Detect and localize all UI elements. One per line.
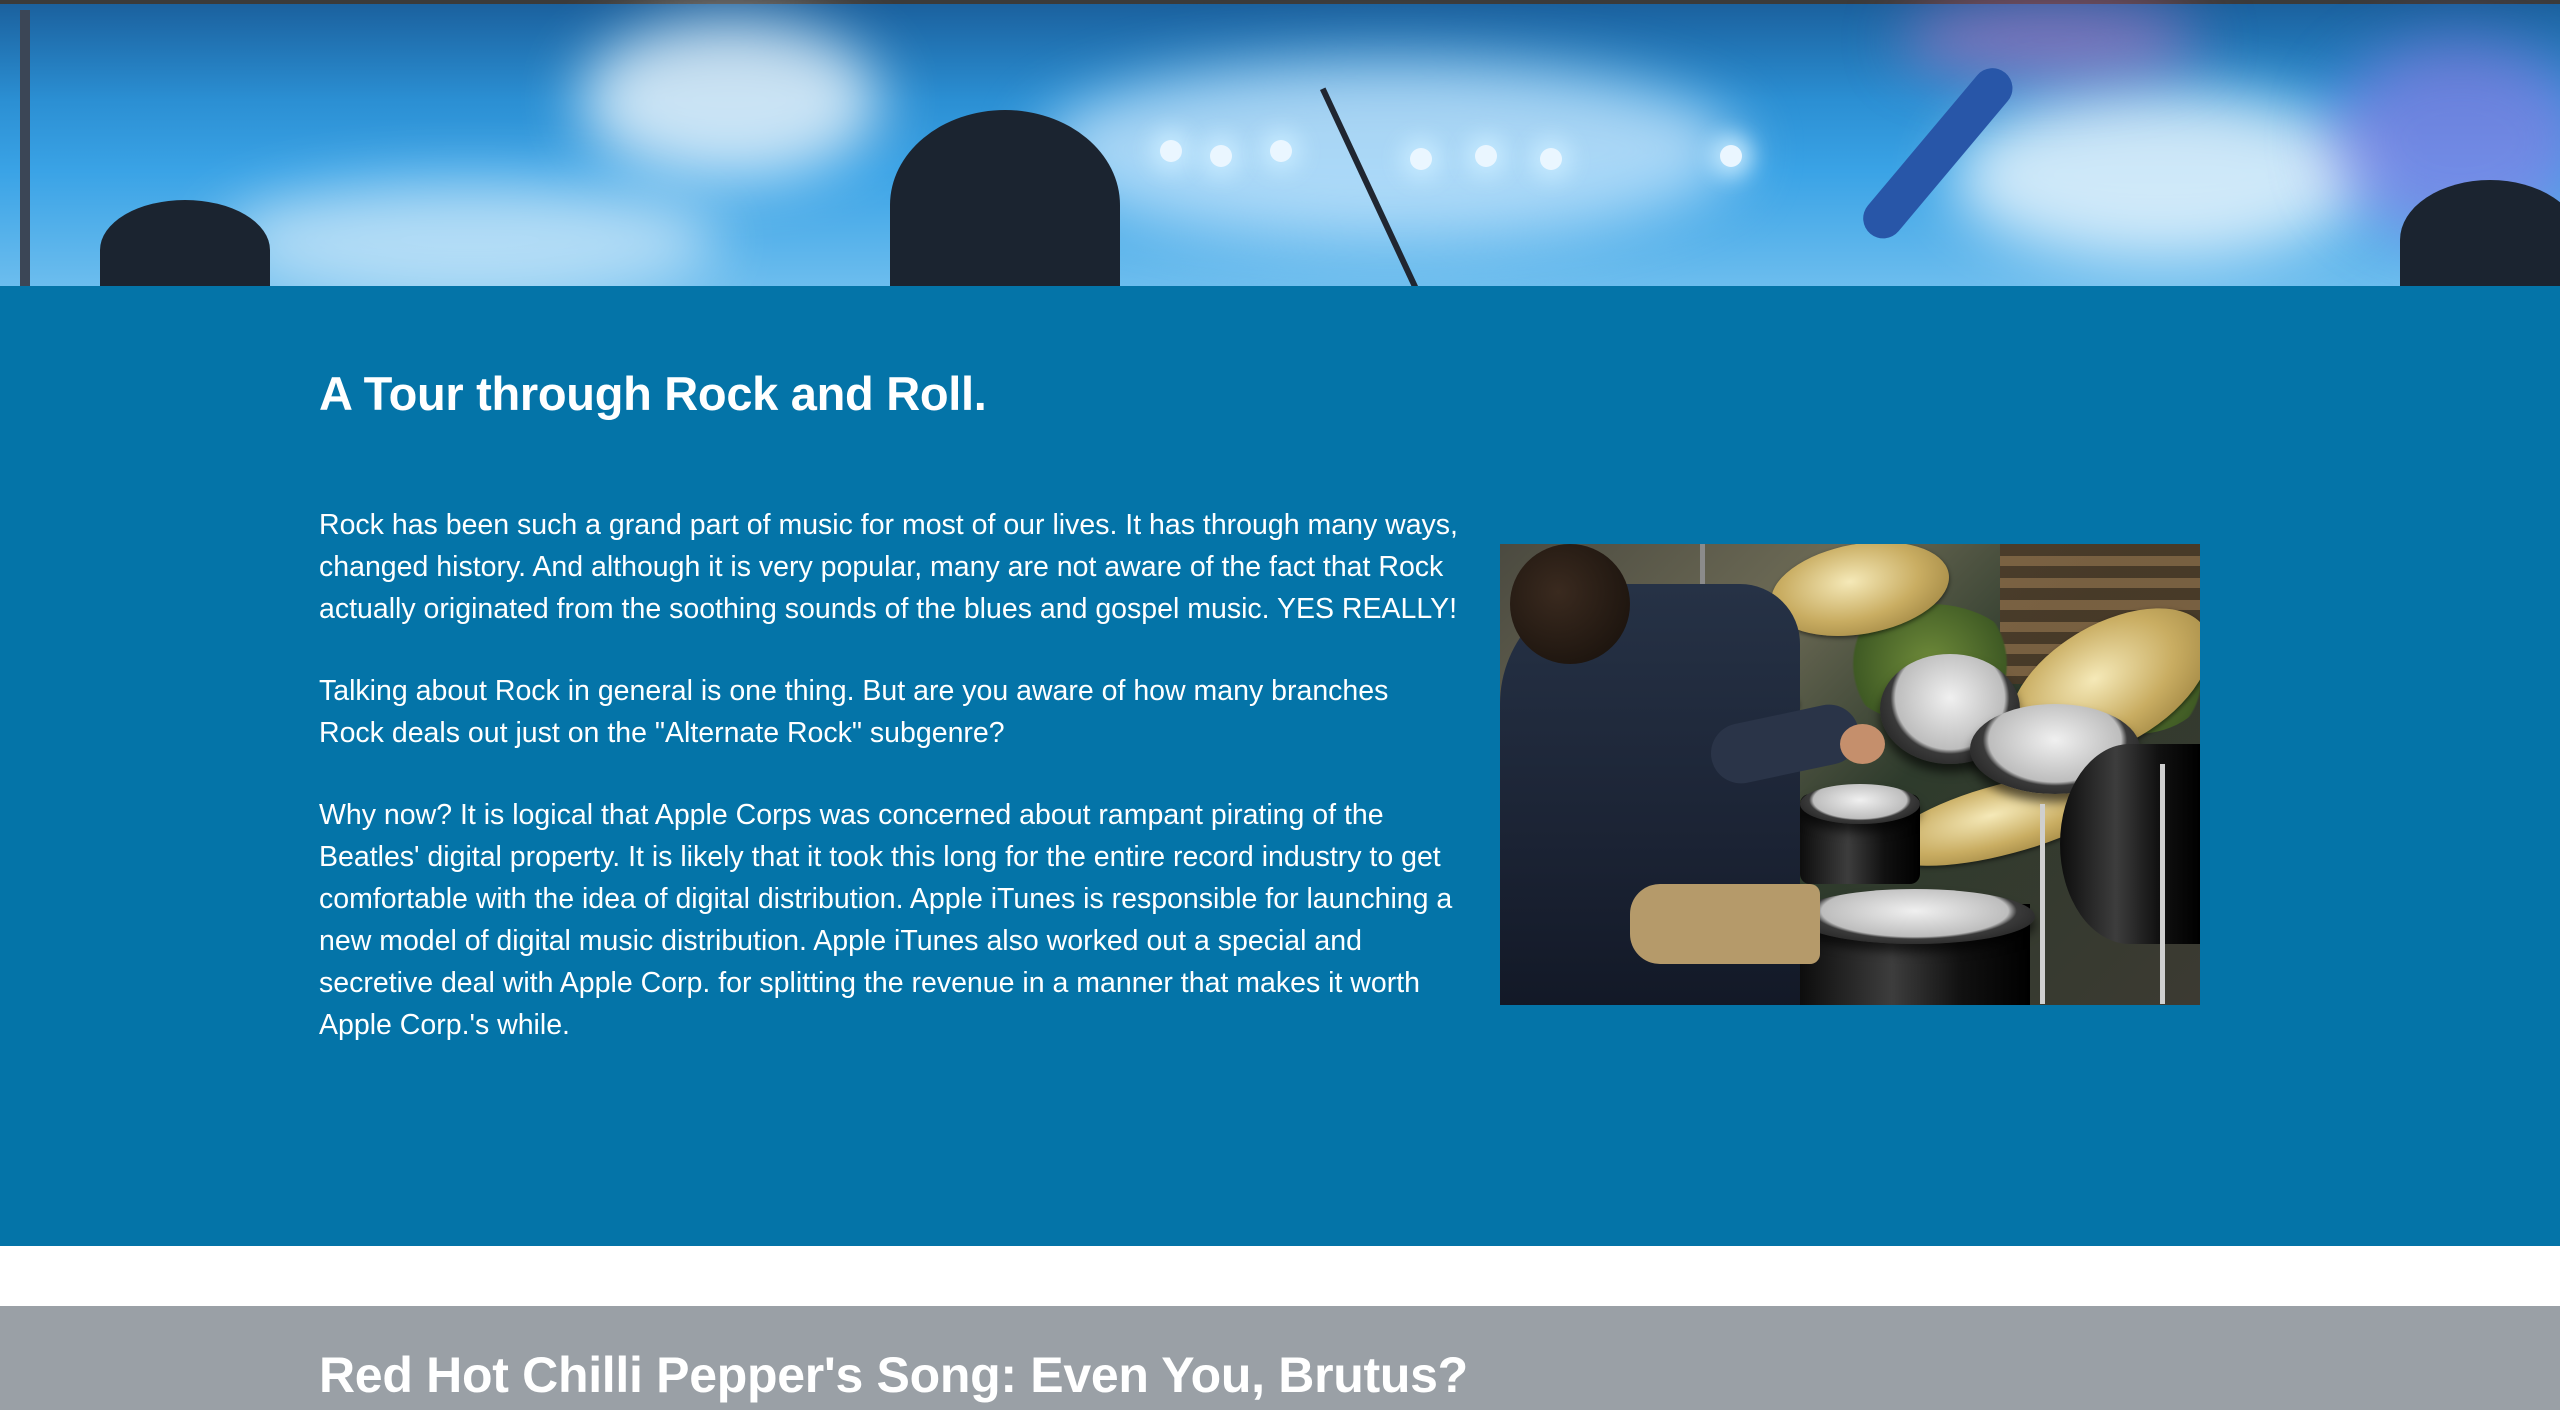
photo-stand bbox=[2160, 764, 2165, 1004]
song-section-title: Red Hot Chilli Pepper's Song: Even You, … bbox=[319, 1347, 1468, 1403]
spotlight bbox=[1720, 145, 1742, 167]
top-border bbox=[0, 0, 2560, 4]
spotlight bbox=[1210, 145, 1232, 167]
photo-drummer-hand bbox=[1840, 724, 1885, 764]
spotlight bbox=[1160, 140, 1182, 162]
stage-light-glow bbox=[580, 20, 880, 180]
rock-tour-section: A Tour through Rock and Roll. Rock has b… bbox=[0, 286, 2560, 1246]
drummer-photo bbox=[1500, 544, 2200, 1005]
stage-light-glow bbox=[1040, 60, 1740, 240]
section-title: A Tour through Rock and Roll. bbox=[319, 367, 987, 420]
photo-floor-tom-head bbox=[1795, 889, 2035, 944]
spotlight bbox=[1540, 148, 1562, 170]
spotlight bbox=[1410, 148, 1432, 170]
paragraph-apple: Why now? It is logical that Apple Corps … bbox=[319, 799, 1453, 1041]
photo-stand bbox=[2040, 804, 2045, 1004]
guitar-neck-silhouette bbox=[20, 10, 30, 286]
photo-drummer-pants bbox=[1630, 884, 1820, 964]
spotlight bbox=[1270, 140, 1292, 162]
spotlight bbox=[1475, 145, 1497, 167]
intro-text-column: Rock has been such a grand part of music… bbox=[319, 504, 1459, 1086]
stage-light-glow bbox=[1950, 90, 2370, 260]
stage-light-glow bbox=[1900, 0, 2200, 80]
crowd-silhouette bbox=[890, 110, 1120, 286]
paragraph-branches: Talking about Rock in general is one thi… bbox=[319, 675, 1389, 749]
song-section: Red Hot Chilli Pepper's Song: Even You, … bbox=[0, 1306, 2560, 1410]
photo-drummer-head bbox=[1510, 544, 1630, 664]
photo-snare-drum bbox=[1800, 784, 1920, 824]
stage-light-glow bbox=[220, 180, 720, 286]
photo-bass-drum bbox=[2060, 744, 2200, 944]
hero-banner-image bbox=[0, 0, 2560, 286]
paragraph-origin: Rock has been such a grand part of music… bbox=[319, 509, 1458, 625]
